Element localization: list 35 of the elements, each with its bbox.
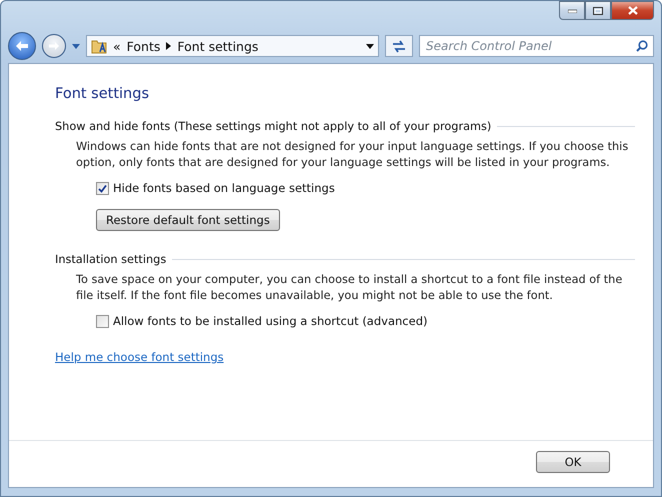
breadcrumb[interactable]: Fonts (126, 38, 160, 54)
checkbox[interactable] (96, 314, 109, 328)
checkmark-icon (98, 184, 107, 192)
close-button[interactable] (611, 1, 654, 20)
back-button[interactable] (8, 32, 36, 60)
dropdown-arrow-icon[interactable] (366, 44, 374, 48)
checkbox-label[interactable]: Allow fonts to be installed using a shortcut (advanced) (113, 314, 428, 328)
refresh-icon (392, 40, 406, 52)
forward-button[interactable] (42, 34, 66, 58)
maximize-icon (593, 6, 603, 14)
forward-arrow-icon (48, 41, 60, 51)
overflow-chevron[interactable]: « (113, 38, 121, 54)
breadcrumb-arrow-icon (166, 42, 172, 50)
address-bar[interactable]: « Fonts Font settings (86, 35, 379, 57)
checkbox[interactable] (96, 182, 109, 194)
checkbox-label[interactable]: Hide fonts based on language settings (113, 181, 335, 195)
section-description: Windows can hide fonts that are not designed for your input language settings. If you choose this option, only fonts that are designed for your language settings will be listed in your programs. (76, 139, 630, 171)
maximize-button[interactable] (585, 1, 611, 20)
section-heading: Show and hide fonts (These settings might not apply to all of your programs) (55, 120, 492, 133)
refresh-button[interactable] (385, 35, 413, 57)
breadcrumb[interactable]: Font settings (177, 38, 258, 54)
section-description: To save space on your computer, you can choose to install a shortcut to a font file instead of the file itself. If the font file becomes unavailable, you might not be able to use the font. (76, 272, 624, 304)
help-link[interactable]: Help me choose font settings (55, 350, 224, 364)
ok-button[interactable]: OK (536, 451, 610, 473)
minimize-icon (568, 8, 576, 12)
page-title: Font settings (55, 86, 150, 102)
search-field[interactable]: Search Control Panel (419, 35, 654, 57)
search-icon[interactable] (636, 40, 648, 52)
back-arrow-icon (15, 40, 29, 52)
section-heading: Installation settings (55, 253, 166, 266)
restore-button[interactable]: Restore default font settings (96, 209, 280, 231)
minimize-button[interactable] (559, 1, 585, 20)
dropdown-arrow-icon (72, 44, 80, 48)
close-icon (628, 6, 638, 15)
folder-icon (91, 38, 107, 54)
